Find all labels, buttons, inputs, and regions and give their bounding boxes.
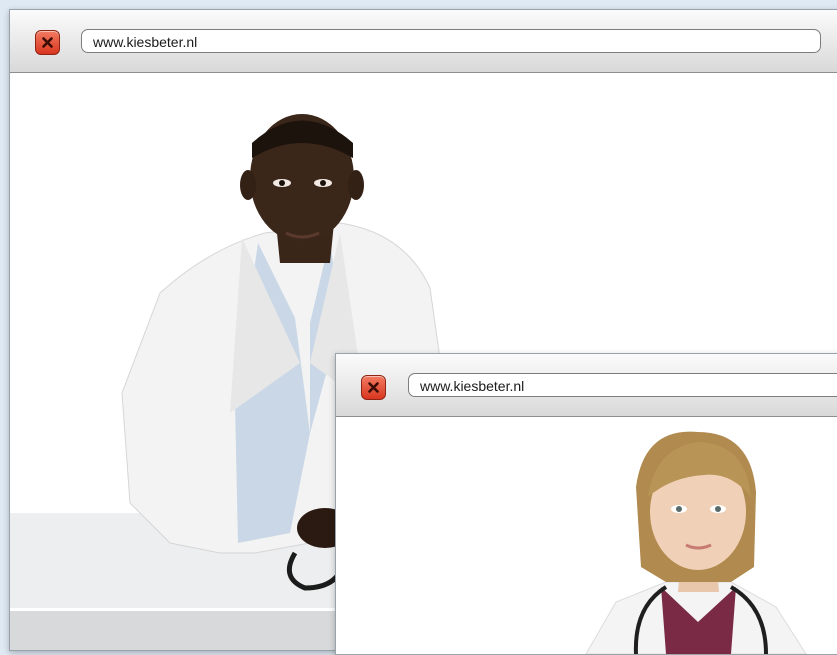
close-icon	[368, 382, 379, 393]
window-titlebar: www.kiesbeter.nl	[336, 354, 837, 417]
page-content	[336, 417, 837, 654]
address-bar[interactable]: www.kiesbeter.nl	[81, 29, 821, 53]
address-bar[interactable]: www.kiesbeter.nl	[408, 373, 837, 397]
female-doctor-photo	[585, 431, 807, 654]
close-button[interactable]	[35, 30, 60, 55]
browser-window-front: www.kiesbeter.nl	[335, 353, 837, 655]
close-icon	[42, 37, 53, 48]
close-button[interactable]	[361, 375, 386, 400]
window-titlebar: www.kiesbeter.nl	[10, 10, 837, 73]
